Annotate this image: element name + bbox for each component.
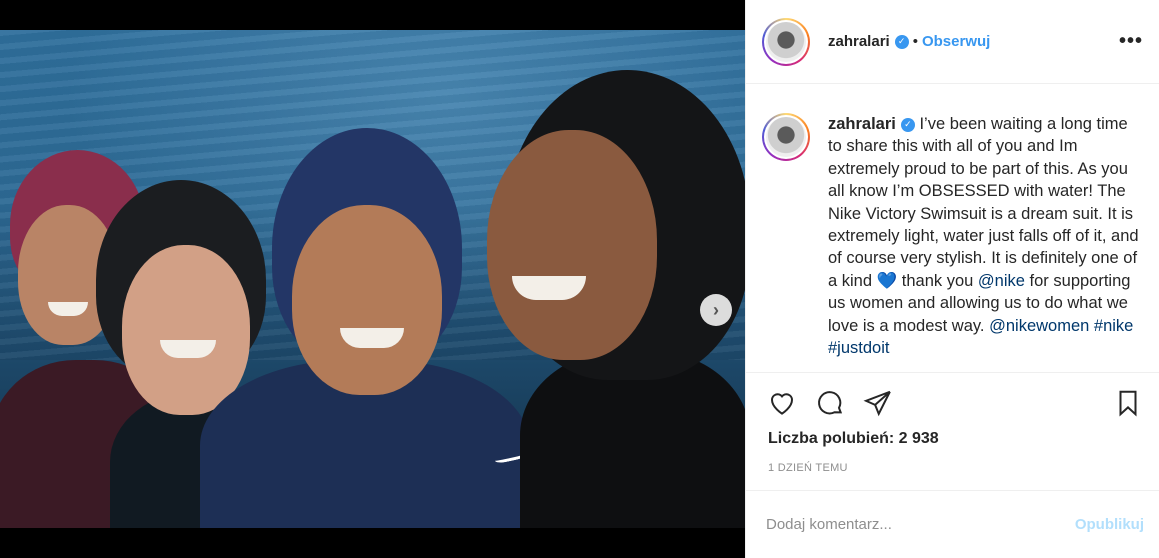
- caption-body: I’ve been waiting a long time to share t…: [828, 115, 1139, 290]
- likes-count[interactable]: Liczba polubień: 2 938: [768, 430, 939, 448]
- post-photo[interactable]: ›: [0, 30, 745, 528]
- verified-badge-icon: ✓: [894, 34, 909, 49]
- caption-verified-badge-icon: ✓: [900, 117, 915, 132]
- caption-text: zahralari ✓ I’ve been waiting a long time…: [828, 113, 1144, 371]
- post-media: ›: [0, 0, 745, 558]
- post-side-panel: zahralari ✓ • Obserwuj ••• zahralari ✓ I’…: [745, 0, 1159, 558]
- post-timestamp[interactable]: 1 DZIEŃ TEMU: [768, 462, 848, 474]
- comment-box: Opublikuj: [746, 490, 1159, 558]
- author-avatar[interactable]: [762, 17, 810, 66]
- blue-heart-emoji: 💙: [876, 271, 898, 290]
- avatar-image: [766, 21, 806, 62]
- comment-icon[interactable]: [814, 387, 846, 419]
- separator-dot: •: [912, 33, 918, 50]
- bookmark-icon[interactable]: [1112, 387, 1144, 419]
- comment-input[interactable]: [766, 516, 1075, 533]
- next-slide-button[interactable]: ›: [700, 294, 732, 326]
- caption-thanks: thank you: [901, 271, 974, 290]
- caption-avatar-image: [766, 117, 806, 157]
- caption-author-avatar[interactable]: [762, 113, 810, 161]
- caption-username[interactable]: zahralari: [828, 115, 896, 133]
- share-icon[interactable]: [862, 387, 894, 419]
- post-header: zahralari ✓ • Obserwuj •••: [746, 0, 1159, 84]
- publish-button[interactable]: Opublikuj: [1075, 516, 1144, 533]
- caption-area: zahralari ✓ I’ve been waiting a long time…: [746, 85, 1159, 371]
- heart-icon[interactable]: [766, 387, 798, 419]
- follow-button[interactable]: Obserwuj: [922, 33, 990, 50]
- mention-link[interactable]: @nike: [978, 272, 1025, 290]
- more-options-icon[interactable]: •••: [1119, 30, 1143, 53]
- action-bar: [746, 372, 1159, 432]
- author-username[interactable]: zahralari: [828, 33, 890, 50]
